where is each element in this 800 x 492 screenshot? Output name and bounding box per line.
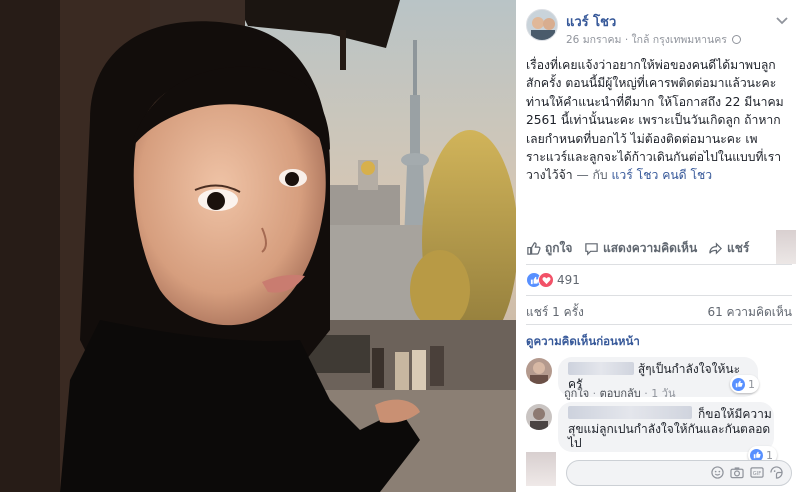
post-meta: 26 มกราคม · ใกล้ กรุงเทพมหานคร: [566, 31, 742, 48]
comment-actions: ถูกใจ · ตอบกลับ · 1 วัน: [564, 387, 676, 400]
comment-like-count: 1: [748, 377, 755, 391]
comment-bubble: ก็ขอให้มีความ สุขแม่ลูกเปนกำลังใจให้กันแ…: [558, 402, 774, 452]
comment-text-line: สุขแม่ลูกเปนกำลังใจให้กันและกันตลอด: [568, 422, 771, 436]
comment-count[interactable]: 61 ความคิดเห็น: [707, 303, 792, 322]
comment-text-line: ไป: [568, 436, 582, 450]
author-avatar[interactable]: [526, 9, 558, 41]
comment-reply-link[interactable]: ตอบกลับ: [600, 387, 641, 400]
photo-scene: [0, 0, 516, 492]
love-reaction-icon: [538, 272, 554, 288]
tag-prefix: — กับ: [576, 168, 608, 183]
reactions-summary[interactable]: 491: [526, 271, 580, 289]
post-header: แวร์ โชว 26 มกราคม · ใกล้ กรุงเทพมหานคร: [526, 9, 792, 48]
comment-input[interactable]: GIF: [566, 460, 792, 486]
comment-time[interactable]: 1 วัน: [651, 387, 675, 400]
like-label: ถูกใจ: [545, 241, 573, 255]
comment-composer: GIF: [526, 452, 792, 486]
thumbs-up-icon: [732, 377, 745, 391]
action-bar: ถูกใจ แสดงความคิดเห็น แชร์: [526, 236, 792, 260]
post-location[interactable]: ใกล้ กรุงเทพมหานคร: [632, 34, 727, 46]
composer-icons: GIF: [711, 466, 783, 479]
thumbs-up-icon: [527, 242, 541, 255]
share-icon: [709, 242, 722, 255]
post-photo[interactable]: [0, 0, 516, 492]
post-text-last-line: วางไว้จ้า — กับ แวร์ โชว คนดี โชว: [526, 166, 794, 184]
camera-icon[interactable]: [730, 466, 744, 479]
post-text-line: ท่านให้คำแนะนำที่ดีมาก ให้โอกาสถึง 22 มี…: [526, 94, 784, 109]
commenter-name-blurred[interactable]: [568, 406, 692, 419]
divider: [526, 324, 792, 325]
share-button[interactable]: แชร์: [708, 239, 749, 258]
post-panel: แวร์ โชว 26 มกราคม · ใกล้ กรุงเทพมหานคร …: [516, 0, 800, 492]
like-button[interactable]: ถูกใจ: [526, 239, 572, 258]
tagged-users[interactable]: แวร์ โชว คนดี โชว: [612, 168, 713, 182]
divider: [526, 295, 792, 296]
comment-button[interactable]: แสดงความคิดเห็น: [584, 239, 697, 258]
gif-icon[interactable]: GIF: [750, 466, 764, 479]
post-text-line: 2561 นี้เท่านั้นนะคะ เพราะเป็นวันเกิดลูก…: [526, 113, 781, 128]
chevron-down-icon[interactable]: [776, 15, 790, 25]
comment-like-link[interactable]: ถูกใจ: [564, 387, 589, 400]
post-location-prefix: ·: [624, 34, 632, 46]
sticker-icon[interactable]: [770, 466, 783, 479]
post-text-end: วางไว้จ้า: [526, 168, 573, 183]
share-count[interactable]: แชร์ 1 ครั้ง: [526, 303, 584, 322]
globe-icon: [732, 35, 742, 44]
view-previous-comments[interactable]: ดูความคิดเห็นก่อนหน้า: [526, 333, 640, 351]
commenter-name-row: [568, 406, 692, 421]
post-text-line: สักครั้ง ตอนนี้มีผู้ใหญ่ที่เคารพติดต่อมา…: [526, 76, 777, 91]
author-name[interactable]: แวร์ โชว: [566, 11, 616, 32]
comment-text-line: ก็ขอให้มีความ: [698, 407, 772, 421]
commenter-avatar[interactable]: [526, 404, 552, 430]
commenter-name-blurred[interactable]: [568, 362, 634, 375]
comment-label: แสดงความคิดเห็น: [603, 241, 698, 255]
post-text: เรื่องที่เคยแจ้งว่าอยากให้พ่อของคนดีได้ม…: [526, 56, 794, 185]
post-text-line: เลยกำหนดที่บอกไว้ ไม่ต้องติดต่อมานะคะ เพ: [526, 131, 758, 146]
viewer-avatar-blurred[interactable]: [776, 230, 796, 264]
avatar-image: [527, 10, 557, 40]
post-text-line: ราะแวร์และลูกจะได้ก้าวเดินกันต่อไปในแบบท…: [526, 150, 782, 165]
reaction-count: 491: [557, 273, 580, 287]
share-label: แชร์: [727, 241, 750, 255]
comment-like-badge[interactable]: 1: [730, 375, 759, 393]
post-text-line: เรื่องที่เคยแจ้งว่าอยากให้พ่อของคนดีได้ม…: [526, 58, 776, 72]
divider: [526, 264, 792, 265]
post-date[interactable]: 26 มกราคม: [566, 34, 621, 46]
svg-text:GIF: GIF: [753, 471, 761, 477]
viewer-avatar-blurred[interactable]: [526, 452, 556, 486]
commenter-avatar[interactable]: [526, 358, 552, 384]
emoji-icon[interactable]: [711, 466, 724, 479]
comment-icon: [585, 243, 598, 256]
